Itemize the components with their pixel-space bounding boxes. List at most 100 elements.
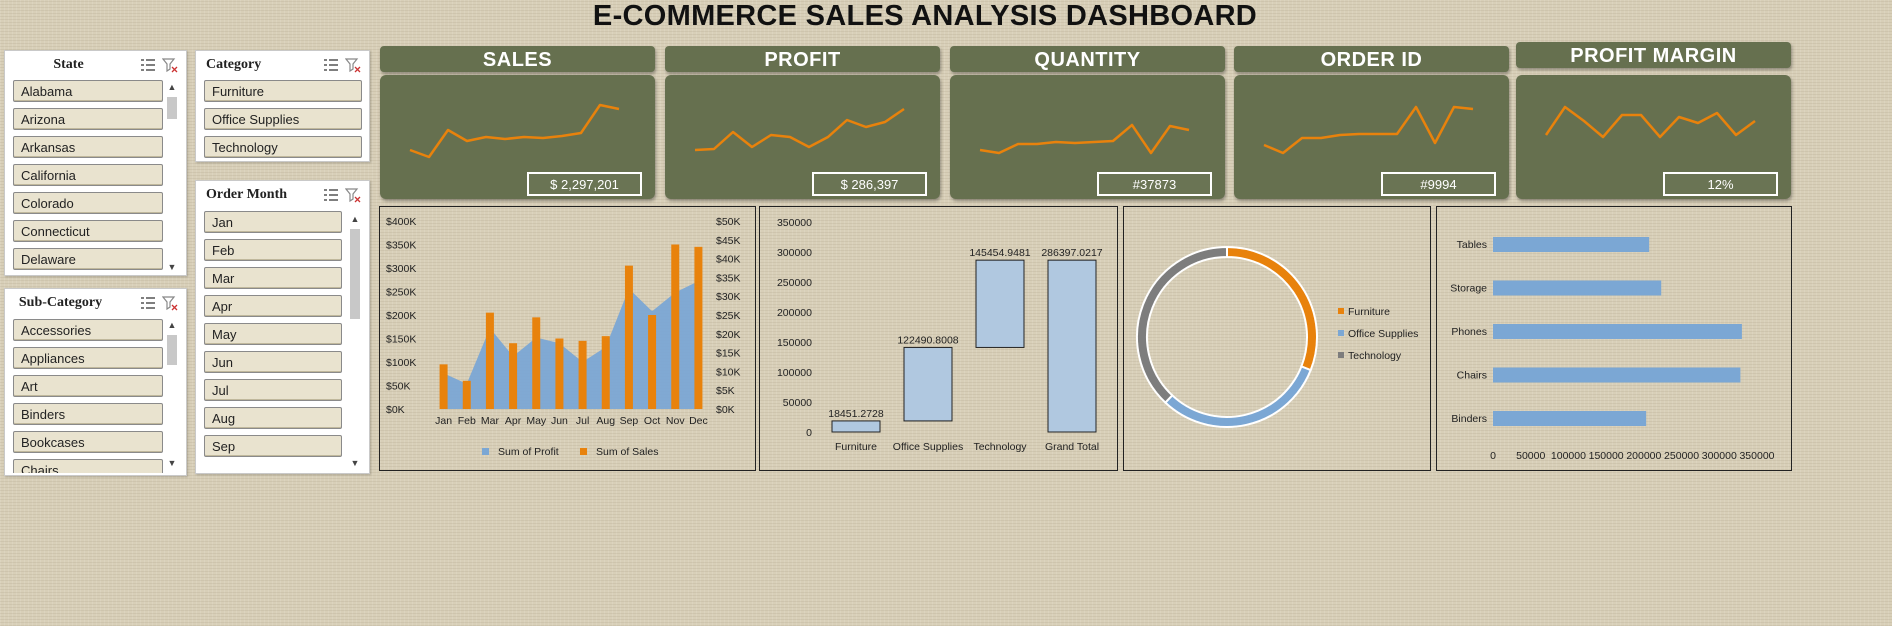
x-tick-label: 50000 bbox=[1516, 450, 1545, 462]
clear-filter-icon[interactable] bbox=[162, 57, 178, 73]
scroll-up-icon[interactable]: ▲ bbox=[348, 213, 362, 225]
multi-select-icon[interactable] bbox=[323, 57, 339, 73]
x-tick-label: Sep bbox=[620, 415, 639, 427]
y-left-tick-label: $250K bbox=[386, 287, 416, 299]
multi-select-icon[interactable] bbox=[140, 57, 156, 73]
x-tick-label: 200000 bbox=[1626, 450, 1661, 462]
scroll-up-icon[interactable]: ▲ bbox=[165, 81, 179, 93]
monthly-sales-profit-chart: $0K $50K $100K $150K $200K $250K $300K $350K $40… bbox=[386, 216, 741, 458]
x-tick-label: Aug bbox=[596, 415, 615, 427]
sparkline-trend bbox=[409, 103, 620, 159]
kpi-value: $ 2,297,201 bbox=[527, 172, 642, 196]
slicer-item[interactable]: Jul bbox=[204, 379, 342, 401]
y-left-tick-label: $50K bbox=[386, 381, 411, 393]
sales-bar bbox=[694, 246, 703, 409]
y-right-tick-label: $25K bbox=[716, 310, 741, 322]
slicer-item[interactable]: Arkansas bbox=[13, 136, 163, 158]
kpi-header: QUANTITY bbox=[950, 46, 1225, 72]
slicer-item[interactable]: Delaware bbox=[13, 248, 163, 270]
subcategory-sales-bar-chart: Tables Storage Phones Chairs Binders 0 50000 10… bbox=[1450, 237, 1775, 462]
y-right-tick-label: $5K bbox=[716, 385, 735, 397]
scroll-up-icon[interactable]: ▲ bbox=[165, 319, 179, 331]
slicer-item[interactable]: Office Supplies bbox=[204, 108, 362, 130]
slicer-item[interactable]: Technology bbox=[204, 136, 362, 158]
y-right-tick-label: $30K bbox=[716, 291, 741, 303]
slicer-item[interactable]: Art bbox=[13, 375, 163, 397]
kpi-value: 12% bbox=[1663, 172, 1778, 196]
clear-filter-icon[interactable] bbox=[345, 187, 361, 203]
clear-filter-icon[interactable] bbox=[345, 57, 361, 73]
sparkline-trend bbox=[979, 123, 1190, 155]
y-right-tick-label: $45K bbox=[716, 235, 741, 247]
x-tick-label: Jul bbox=[576, 415, 589, 427]
slicer-item[interactable]: Appliances bbox=[13, 347, 163, 369]
slicer-item[interactable]: Feb bbox=[204, 239, 342, 261]
order-month-slicer-header: Order Month bbox=[196, 181, 369, 209]
subcategory-sales-panel: Tables Storage Phones Chairs Binders 0 50000 10… bbox=[1436, 206, 1792, 471]
slicer-item[interactable]: Bookcases bbox=[13, 431, 163, 453]
y-right-tick-label: $50K bbox=[716, 216, 741, 228]
y-tick-label: 150000 bbox=[777, 337, 812, 349]
scroll-down-icon[interactable]: ▼ bbox=[165, 261, 179, 273]
doughnut-segment bbox=[1163, 365, 1312, 428]
slicer-item[interactable]: Accessories bbox=[13, 319, 163, 341]
kpi-card: $ 2,297,201 bbox=[380, 75, 655, 199]
y-right-tick-label: $0K bbox=[716, 404, 735, 416]
subcategory-bar bbox=[1493, 324, 1742, 339]
kpi-header: ORDER ID bbox=[1234, 46, 1509, 72]
x-tick-label: 0 bbox=[1490, 450, 1496, 462]
sales-bar bbox=[624, 265, 633, 409]
waterfall-bar bbox=[1047, 259, 1097, 433]
x-tick-label: Apr bbox=[505, 415, 522, 427]
slicer-item[interactable]: Jan bbox=[204, 211, 342, 233]
data-label: 18451.2728 bbox=[828, 408, 884, 420]
scroll-down-icon[interactable]: ▼ bbox=[348, 457, 362, 469]
slicer-item[interactable]: Colorado bbox=[13, 192, 163, 214]
kpi-card: 12% bbox=[1516, 75, 1791, 199]
sales-bar bbox=[509, 343, 518, 409]
y-tick-label: 100000 bbox=[777, 367, 812, 379]
x-tick-label: 250000 bbox=[1664, 450, 1699, 462]
slicer-item[interactable]: Jun bbox=[204, 351, 342, 373]
scroll-thumb[interactable] bbox=[167, 335, 177, 365]
order-month-scrollbar[interactable]: ▲ ▼ bbox=[348, 213, 362, 469]
sales-bar bbox=[485, 312, 494, 409]
slicer-item[interactable]: May bbox=[204, 323, 342, 345]
slicer-item[interactable]: Furniture bbox=[204, 80, 362, 102]
y-tick-label: 0 bbox=[806, 427, 812, 439]
state-scrollbar[interactable]: ▲ ▼ bbox=[165, 81, 179, 273]
doughnut-segment bbox=[1226, 245, 1318, 372]
sparkline-trend bbox=[694, 107, 905, 152]
kpi-header: PROFIT MARGIN bbox=[1516, 42, 1791, 68]
y-left-tick-label: $300K bbox=[386, 263, 416, 275]
monthly-sales-profit-panel: $0K $50K $100K $150K $200K $250K $300K $350K $40… bbox=[379, 206, 756, 471]
x-tick-label: Feb bbox=[458, 415, 476, 427]
slicer-item[interactable]: Binders bbox=[13, 403, 163, 425]
sparkline-trend bbox=[1544, 105, 1756, 139]
subcategory-bar bbox=[1493, 280, 1662, 296]
y-tick-label: Binders bbox=[1451, 413, 1487, 425]
slicer-item[interactable]: California bbox=[13, 164, 163, 186]
multi-select-icon[interactable] bbox=[323, 187, 339, 203]
slicer-item[interactable]: Apr bbox=[204, 295, 342, 317]
sales-bar bbox=[578, 340, 587, 409]
x-tick-label: 350000 bbox=[1739, 450, 1774, 462]
x-tick-label: Office Supplies bbox=[893, 441, 963, 453]
slicer-item[interactable]: Arizona bbox=[13, 108, 163, 130]
slicer-item[interactable]: Connecticut bbox=[13, 220, 163, 242]
order-month-slicer: Order Month Jan Feb Mar Apr May Jun Jul Aug Sep … bbox=[195, 180, 370, 474]
subcategory-scrollbar[interactable]: ▲ ▼ bbox=[165, 319, 179, 469]
kpi-value: $ 286,397 bbox=[812, 172, 927, 196]
slicer-item[interactable]: Mar bbox=[204, 267, 342, 289]
scroll-down-icon[interactable]: ▼ bbox=[165, 457, 179, 469]
slicer-item[interactable]: Chairs bbox=[13, 459, 163, 473]
subcategory-slicer: Sub-Category Accessories Appliances Art Bin… bbox=[4, 288, 187, 476]
slicer-item[interactable]: Sep bbox=[204, 435, 342, 457]
y-left-tick-label: $100K bbox=[386, 357, 416, 369]
y-tick-label: Chairs bbox=[1457, 370, 1487, 382]
slicer-item[interactable]: Aug bbox=[204, 407, 342, 429]
slicer-item[interactable]: Alabama bbox=[13, 80, 163, 102]
sales-bar bbox=[671, 244, 680, 409]
scroll-thumb[interactable] bbox=[350, 229, 360, 319]
scroll-thumb[interactable] bbox=[167, 97, 177, 119]
